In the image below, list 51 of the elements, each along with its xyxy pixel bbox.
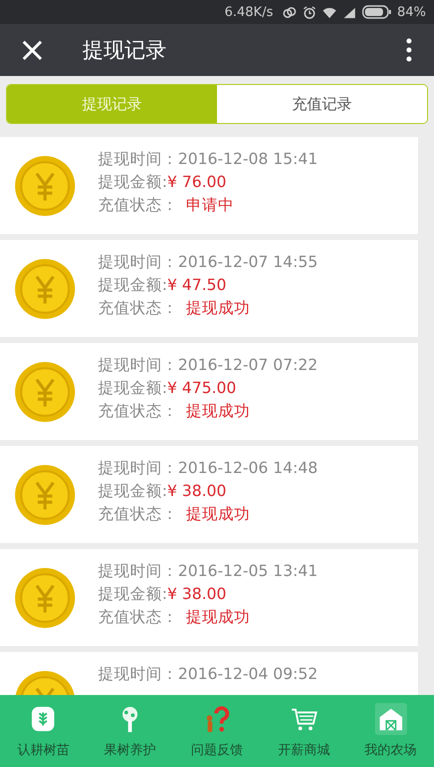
field-label: 充值状态： <box>98 196 178 214</box>
withdraw-amount: ¥ 38.00 <box>167 585 226 603</box>
field-label: 提现时间： <box>98 562 178 580</box>
nav-item[interactable]: 认耕树苗 <box>0 695 87 767</box>
withdraw-time: 2016-12-07 14:55 <box>178 253 318 271</box>
field-label: 充值状态： <box>98 608 178 626</box>
field-label: 提现时间： <box>98 356 178 374</box>
withdraw-amount: ¥ 47.50 <box>167 276 226 294</box>
withdraw-status: 提现成功 <box>186 608 250 626</box>
withdraw-time: 2016-12-05 13:41 <box>178 562 318 580</box>
field-label: 提现时间： <box>98 150 178 168</box>
nav-item[interactable]: 果树养护 <box>86 695 174 767</box>
withdraw-amount: ¥ 475.00 <box>167 379 236 397</box>
withdraw-status: 提现成功 <box>186 402 250 420</box>
field-label: 提现时间： <box>98 665 178 683</box>
field-label: 提现金额: <box>98 379 168 397</box>
coin-icon <box>14 566 76 628</box>
page-title: 提现记录 <box>82 37 168 64</box>
nav-item[interactable]: 我的农场 <box>347 695 434 767</box>
field-label: 提现金额: <box>98 482 168 500</box>
alarm-clock-icon <box>302 4 318 20</box>
link-icon <box>282 4 298 20</box>
withdraw-status: 申请中 <box>186 196 234 214</box>
more-menu-icon[interactable] <box>406 38 412 62</box>
coin-icon <box>14 154 76 216</box>
field-label: 提现金额: <box>98 585 168 603</box>
field-label: 充值状态： <box>98 402 178 420</box>
network-speed: 6.48K/s <box>224 4 274 20</box>
barn-icon <box>374 703 407 735</box>
battery-percent: 84% <box>397 4 426 20</box>
withdraw-amount: ¥ 38.00 <box>167 482 226 500</box>
withdraw-time: 2016-12-07 07:22 <box>178 356 318 374</box>
withdraw-status: 提现成功 <box>186 299 250 317</box>
field-label: 充值状态： <box>98 299 178 317</box>
withdraw-time: 2016-12-08 15:41 <box>178 150 318 168</box>
withdraw-time: 2016-12-06 14:48 <box>178 459 318 477</box>
coin-icon <box>14 258 76 320</box>
withdraw-amount: ¥ 76.00 <box>167 173 226 191</box>
withdraw-status: 提现成功 <box>186 505 250 523</box>
field-label: 提现时间： <box>98 459 178 477</box>
battery-icon <box>362 5 392 19</box>
close-button[interactable]: × <box>14 33 50 67</box>
withdraw-time: 2016-12-04 09:52 <box>178 665 318 683</box>
field-label: 提现时间： <box>98 253 178 271</box>
field-label: 提现金额: <box>98 173 168 191</box>
coin-icon <box>14 360 76 422</box>
nav-item[interactable]: 问题反馈 <box>174 695 260 767</box>
field-label: 提现金额: <box>98 276 168 294</box>
nav-item[interactable]: 开薪商城 <box>260 695 348 767</box>
field-label: 充值状态： <box>98 505 178 523</box>
coin-icon <box>14 464 76 526</box>
